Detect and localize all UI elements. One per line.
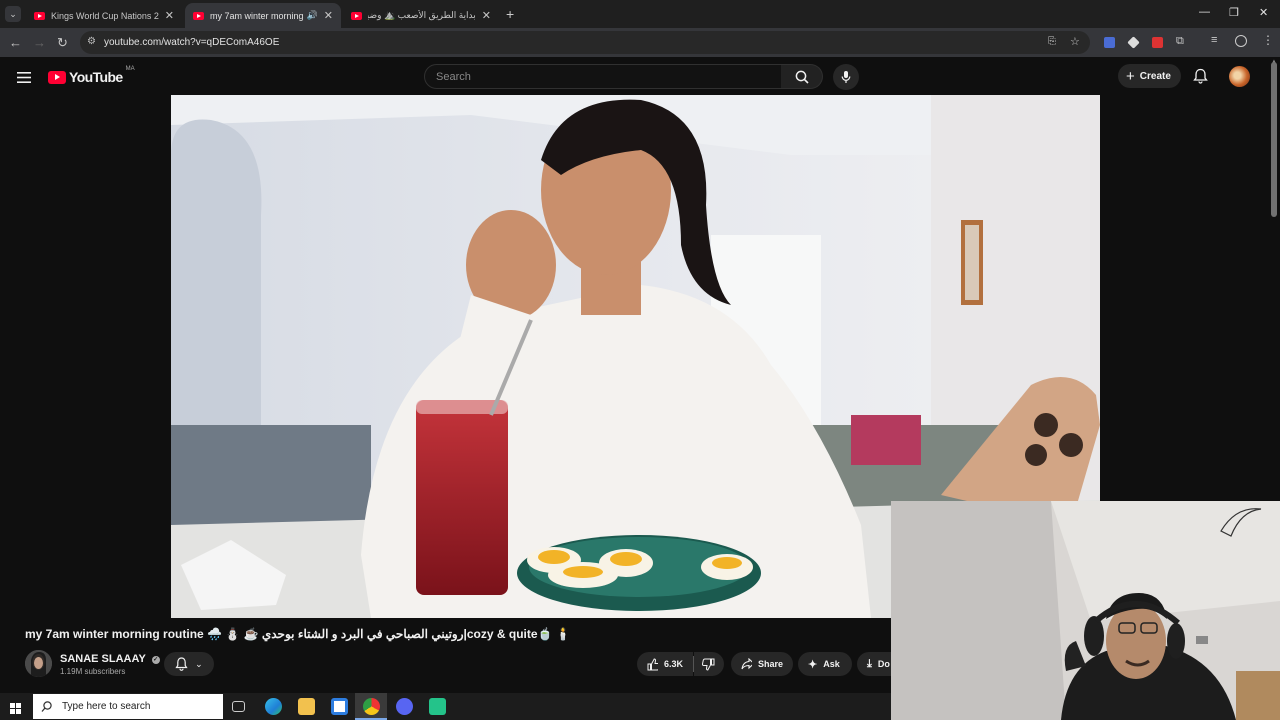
- thumbs-up-icon: [647, 657, 658, 670]
- windows-taskbar: Type here to search: [0, 693, 891, 720]
- close-tab-icon[interactable]: ✕: [482, 9, 491, 22]
- tab-search-button[interactable]: ⌄: [5, 6, 21, 22]
- back-icon[interactable]: ←: [9, 35, 22, 50]
- reload-icon[interactable]: ↻: [57, 35, 68, 51]
- account-avatar[interactable]: [1229, 66, 1250, 87]
- edge-browser-icon[interactable]: [265, 698, 282, 715]
- chrome-icon[interactable]: [363, 698, 380, 715]
- discord-app-icon[interactable]: [396, 698, 413, 715]
- tab-title: Kings World Cup Nations 2: [51, 10, 159, 21]
- close-window-icon[interactable]: ✕: [1259, 6, 1268, 19]
- youtube-logo[interactable]: YouTube MA: [48, 66, 135, 85]
- microsoft-store-icon[interactable]: [331, 698, 348, 715]
- task-view-icon[interactable]: [232, 701, 245, 712]
- share-label: Share: [757, 659, 783, 669]
- tab-title: my 7am winter morning ro: [210, 10, 303, 21]
- like-button[interactable]: 6.3K: [637, 652, 693, 676]
- site-info-icon[interactable]: ⚙: [87, 36, 96, 47]
- hamburger-menu-icon[interactable]: [17, 70, 31, 83]
- address-bar[interactable]: ⚙ youtube.com/watch?v=qDEComA46OE ⎘ ☆: [80, 31, 1090, 54]
- close-tab-icon[interactable]: ✕: [324, 9, 333, 22]
- sparkle-icon: ✦: [808, 658, 818, 671]
- channel-avatar[interactable]: [25, 650, 52, 677]
- tab-arabic-video[interactable]: بداية الطريق الأصعب ⛰️ وضياع ✕: [343, 3, 499, 28]
- search-button[interactable]: [781, 64, 823, 89]
- download-icon: ⤓: [867, 657, 872, 670]
- browser-toolbar: ← → ↻ ⚙ youtube.com/watch?v=qDEComA46OE …: [0, 28, 1280, 57]
- like-count: 6.3K: [663, 659, 683, 669]
- tab-title: بداية الطريق الأصعب ⛰️ وضياع: [368, 10, 476, 20]
- url-text: youtube.com/watch?v=qDEComA46OE: [104, 37, 280, 48]
- channel-name[interactable]: SANAE SLAAAY ✓: [60, 653, 160, 665]
- taskbar-search-placeholder: Type here to search: [62, 701, 151, 712]
- profile-icon[interactable]: [1235, 35, 1247, 47]
- chrome-menu-icon[interactable]: ⋮: [1262, 33, 1274, 47]
- page-scrollbar-thumb[interactable]: [1271, 62, 1277, 217]
- tab-kings-world-cup[interactable]: Kings World Cup Nations 2 ✕: [26, 3, 182, 28]
- search-icon: [795, 70, 809, 84]
- bookmark-star-icon[interactable]: ☆: [1070, 35, 1080, 48]
- translate-extension-icon[interactable]: [1104, 37, 1115, 48]
- channel-name-text: SANAE SLAAAY: [60, 653, 146, 665]
- subscribed-bell-icon: [175, 657, 188, 671]
- create-label: Create: [1139, 70, 1171, 82]
- browser-tab-strip: ⌄ Kings World Cup Nations 2 ✕ my 7am win…: [0, 0, 1280, 28]
- extension-diamond-icon[interactable]: [1127, 36, 1140, 49]
- extension-red-icon[interactable]: [1152, 37, 1163, 48]
- restore-window-icon[interactable]: ❐: [1229, 6, 1239, 19]
- forward-icon[interactable]: →: [33, 35, 46, 50]
- youtube-favicon-icon: [34, 11, 45, 20]
- verified-badge-icon: ✓: [151, 656, 160, 664]
- youtube-logo-text: YouTube: [69, 69, 123, 85]
- chevron-down-icon: ⌄: [195, 658, 203, 669]
- plus-icon: +: [1126, 67, 1135, 85]
- voice-search-button[interactable]: [833, 64, 859, 90]
- dislike-button[interactable]: [694, 652, 724, 676]
- youtube-favicon-icon: [351, 11, 362, 20]
- create-button[interactable]: + Create: [1118, 64, 1181, 88]
- webcam-overlay: [891, 501, 1280, 720]
- region-code: MA: [125, 66, 135, 72]
- webcam-feed-image: [891, 501, 1280, 720]
- ask-button[interactable]: ✦ Ask: [798, 652, 852, 676]
- green-app-icon[interactable]: [429, 698, 446, 715]
- install-app-icon[interactable]: ⎘: [1048, 36, 1056, 47]
- windows-start-icon[interactable]: [10, 701, 21, 714]
- tab-my-7am-winter[interactable]: my 7am winter morning ro 🔊 ✕: [185, 3, 341, 28]
- microphone-icon: [841, 71, 851, 83]
- close-tab-icon[interactable]: ✕: [165, 9, 174, 22]
- share-arrow-icon: [741, 658, 752, 670]
- youtube-play-logo-icon: [48, 70, 66, 84]
- new-tab-button[interactable]: +: [506, 6, 514, 22]
- subscription-bell-button[interactable]: ⌄: [164, 652, 214, 676]
- ask-label: Ask: [823, 659, 840, 669]
- taskbar-search-input[interactable]: Type here to search: [33, 694, 223, 719]
- search-icon: [41, 701, 52, 712]
- youtube-favicon-icon: [193, 11, 204, 20]
- thumbs-down-icon: [702, 658, 715, 671]
- youtube-header: YouTube MA Search + Create: [0, 57, 1280, 95]
- video-title: my 7am winter morning routine 🌧️ ⛄ ☕ روت…: [25, 627, 571, 641]
- extensions-puzzle-icon[interactable]: ⧉: [1176, 35, 1184, 48]
- download-label: Do: [877, 659, 890, 669]
- subscriber-count: 1.19M subscribers: [60, 667, 126, 676]
- share-button[interactable]: Share: [731, 652, 793, 676]
- media-controls-icon[interactable]: ≡: [1211, 34, 1217, 46]
- audio-playing-icon[interactable]: 🔊: [307, 10, 318, 21]
- minimize-window-icon[interactable]: —: [1199, 6, 1210, 18]
- search-input[interactable]: Search: [424, 64, 782, 89]
- download-button[interactable]: ⤓ Do: [857, 652, 891, 676]
- notifications-bell-icon[interactable]: [1193, 68, 1208, 89]
- file-explorer-icon[interactable]: [298, 698, 315, 715]
